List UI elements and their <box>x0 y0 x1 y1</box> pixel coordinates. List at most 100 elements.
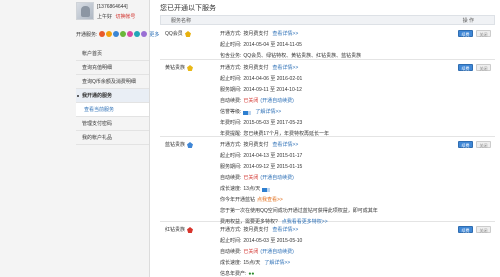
service-name-text: 蓝钻贵族 <box>165 142 186 148</box>
service-badge-icon <box>187 64 194 71</box>
detail-line: 服务期间: 2014-09-11 至 2014-10-12 <box>220 85 420 96</box>
sidebar-item-1[interactable]: 查询充值明细 <box>76 61 149 75</box>
close-service-button[interactable]: 关闭 <box>476 141 491 148</box>
sidebar-item-0[interactable]: 帐户首页 <box>76 47 149 61</box>
detail-key: 起止时间: <box>220 238 242 244</box>
detail-line: 开通方式: 按月费支付 查看详情>> <box>220 63 420 74</box>
service-row: 红钻贵族 开通方式: 按月费支付 查看详情>> 起止时间: 2014-05-03 至 20… <box>160 222 495 277</box>
services-label: 开通服务: <box>76 31 98 38</box>
page-title: 您已开通以下服务 <box>160 5 216 12</box>
service-row: 蓝钻贵族 开通方式: 按月费支付 查看详情>> 起止时间: 2014-04-13 至 20… <box>160 137 495 225</box>
detail-key: 信息年费产: <box>220 271 247 277</box>
renew-button[interactable]: 续费 <box>458 64 473 71</box>
detail-key: 自动续费: <box>220 175 242 181</box>
detail-key: 信誉等级: <box>220 109 242 115</box>
service-details: 开通方式: 按月费支付 查看详情>> 起止时间: 2014-05-04 至 2014-1… <box>220 29 420 62</box>
detail-link[interactable]: 查看详情>> <box>272 63 298 74</box>
detail-line: 信誉等级: 了解详情>> <box>220 107 420 118</box>
detail-key: 起止时间: <box>220 153 242 159</box>
detail-link[interactable]: 了解详情>> <box>255 107 281 118</box>
detail-line: 起止时间: 2014-04-06 至 2016-02-01 <box>220 74 420 85</box>
detail-link[interactable]: 查看详情>> <box>272 29 298 40</box>
service-name: QQ会员 <box>165 30 191 37</box>
row-actions: 续费 关闭 <box>458 30 491 37</box>
greeting-text: 上午好 <box>97 14 113 20</box>
level-bar-icon <box>243 110 252 115</box>
qq-game-icon[interactable] <box>127 31 134 37</box>
detail-key: 成长速度: <box>220 260 242 266</box>
detail-link[interactable]: 查看详情>> <box>272 225 298 236</box>
detail-key: 自动续费: <box>220 98 242 104</box>
detail-key: 开通方式: <box>220 227 242 233</box>
enable-auto-renew-link[interactable]: (开通自动续费) <box>260 173 293 184</box>
detail-key: 年费时间: <box>220 120 242 126</box>
sidebar-item-6[interactable]: 我的帐户礼品 <box>76 131 149 145</box>
greeting-line: 上午好 切换帐号 <box>97 13 135 20</box>
qq-space-icon[interactable] <box>113 31 120 37</box>
service-icons <box>99 31 148 37</box>
detail-value: 2014-05-03 至 2015-05-10 <box>243 238 303 244</box>
qq-pet-icon[interactable] <box>134 31 141 37</box>
auto-renew-status: 已关闭 <box>243 98 259 104</box>
detail-link[interactable]: 了解详情>> <box>264 258 290 269</box>
sidebar-nav: 帐户首页 查询充值明细 查询Q币余额及消费明细 我开通的服务 查看当前服务 管理支付密码我… <box>76 47 149 145</box>
header-service-name: 服务名称 <box>170 17 191 24</box>
renew-button[interactable]: 续费 <box>458 30 473 37</box>
detail-line: 你今年开通蓝钻 点我查看>> <box>220 195 420 206</box>
close-service-button[interactable]: 关闭 <box>476 30 491 37</box>
renew-button[interactable]: 续费 <box>458 226 473 233</box>
service-badge-icon <box>187 226 194 233</box>
sidebar-item-2[interactable]: 查询Q币余额及消费明细 <box>76 75 149 89</box>
detail-key: 服务期间: <box>220 87 242 93</box>
close-service-button[interactable]: 关闭 <box>476 226 491 233</box>
enable-auto-renew-link[interactable]: (开通自动续费) <box>260 247 293 258</box>
detail-line: 服务期间: 2014-09-12 至 2015-01-15 <box>220 162 420 173</box>
close-service-button[interactable]: 关闭 <box>476 64 491 71</box>
detail-key: 开通方式: <box>220 142 242 148</box>
detail-key: 自动续费: <box>220 249 242 255</box>
switch-account-link[interactable]: 切换帐号 <box>115 14 135 20</box>
detail-value: 2014-04-06 至 2016-02-01 <box>243 76 303 82</box>
detail-line: 自动续费: 已关闭 (开通自动续费) <box>220 96 420 107</box>
detail-key: 成长速度: <box>220 186 242 192</box>
detail-key: 您于第一次在使用QQ空间成功开通过蓝钻可获得此项权益，即可成其年 <box>220 208 378 214</box>
service-row: 黄钻贵族 开通方式: 按月费支付 查看详情>> 起止时间: 2014-04-06 至 20… <box>160 60 495 137</box>
detail-line: 成长速度: 15点/天 了解详情>> <box>220 258 420 269</box>
renew-button[interactable]: 续费 <box>458 141 473 148</box>
qq-number-value: 1376864644 <box>98 4 127 10</box>
detail-value: 13点/天 <box>243 186 261 192</box>
detail-key: 开通方式: <box>220 31 242 37</box>
detail-value: 2014-04-13 至 2015-01-17 <box>243 153 303 159</box>
detail-value: 按月费支付 <box>243 142 269 148</box>
row-actions: 续费 关闭 <box>458 141 491 148</box>
service-name: 红钻贵族 <box>165 226 194 233</box>
auto-renew-status: 已关闭 <box>243 175 259 181</box>
promo-link[interactable]: 点我查看>> <box>257 195 283 206</box>
detail-value: 2014-09-11 至 2014-10-12 <box>243 87 302 93</box>
service-details: 开通方式: 按月费支付 查看详情>> 起止时间: 2014-04-06 至 2016-0… <box>220 63 420 140</box>
detail-link[interactable]: 查看详情>> <box>272 140 298 151</box>
detail-value: 2015-05-03 至 2017-05-23 <box>243 120 303 126</box>
service-name-text: 红钻贵族 <box>165 227 186 233</box>
service-row: QQ会员 开通方式: 按月费支付 查看详情>> 起止时间: 2014-05-04 至 20… <box>160 26 495 60</box>
avatar[interactable] <box>76 2 94 20</box>
detail-line: 成长速度: 13点/天 <box>220 184 420 195</box>
service-details: 开通方式: 按月费支付 查看详情>> 起止时间: 2014-05-03 至 2015-0… <box>220 225 420 277</box>
auto-renew-status: 已关闭 <box>243 249 259 255</box>
sidebar-item-5[interactable]: 管理支付密码 <box>76 117 149 131</box>
detail-value: 按月费支付 <box>243 31 269 37</box>
sidebar-item-3[interactable]: 我开通的服务 <box>76 89 149 103</box>
detail-line: 起止时间: 2014-04-13 至 2015-01-17 <box>220 151 420 162</box>
enable-auto-renew-link[interactable]: (开通自动续费) <box>260 96 293 107</box>
qq-mail-icon[interactable] <box>141 31 148 37</box>
qq-music-icon[interactable] <box>120 31 127 37</box>
service-name: 黄钻贵族 <box>165 64 194 71</box>
sidebar-item-4[interactable]: 查看当前服务 <box>76 103 149 117</box>
qq-show-icon[interactable] <box>99 31 106 37</box>
year-fee-marks: ●● <box>248 271 255 277</box>
qq-member-icon[interactable] <box>106 31 113 37</box>
detail-value: 按月费支付 <box>243 65 269 71</box>
detail-line: 您于第一次在使用QQ空间成功开通过蓝钻可获得此项权益，即可成其年 <box>220 206 420 217</box>
detail-key: 起止时间: <box>220 76 242 82</box>
services-row: 开通服务: 更多 <box>76 30 159 38</box>
